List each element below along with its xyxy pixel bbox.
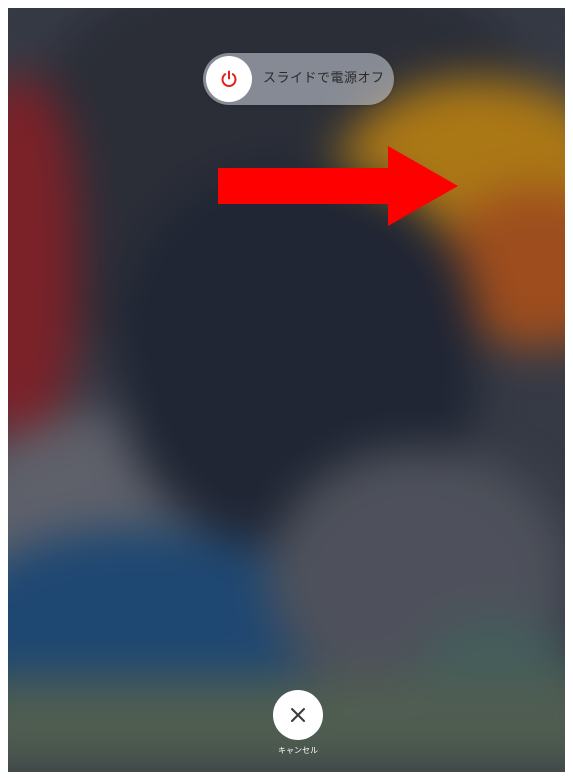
right-arrow-icon (218, 146, 458, 226)
power-icon (221, 70, 237, 87)
slide-to-power-off-slider[interactable]: スライドで電源オフ (203, 53, 394, 105)
cancel-label: キャンセル (278, 746, 318, 755)
dim-overlay (8, 8, 565, 772)
power-off-knob[interactable] (206, 56, 252, 102)
slider-label: スライドで電源オフ (263, 71, 385, 86)
lock-screen-frame: スライドで電源オフ キャンセル (8, 8, 565, 772)
cancel-button[interactable] (273, 690, 323, 740)
close-icon (291, 708, 305, 722)
